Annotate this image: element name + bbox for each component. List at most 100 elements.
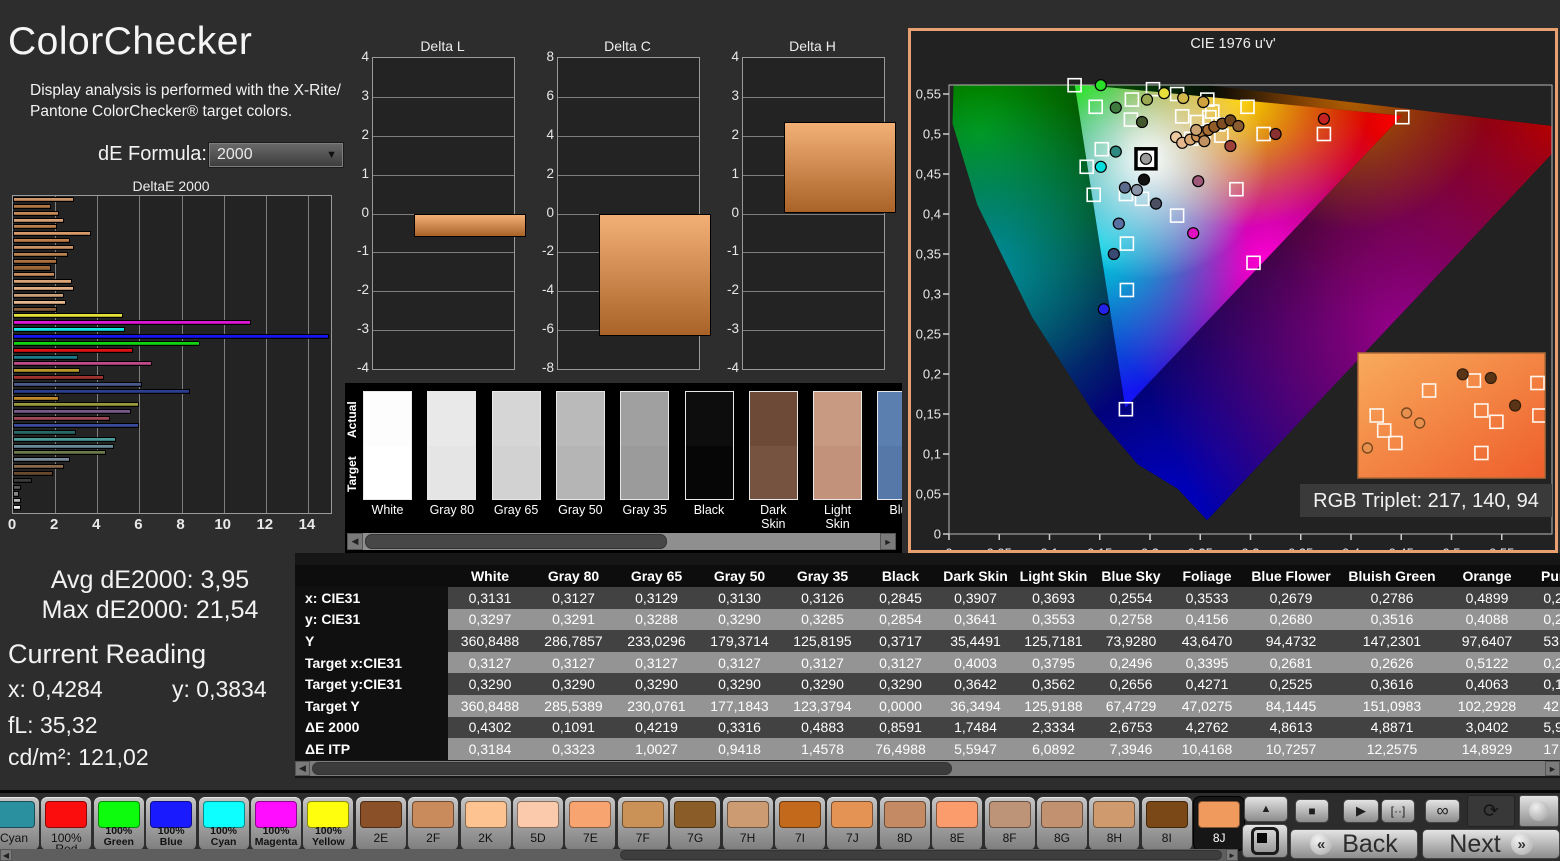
swatch-target [878, 446, 902, 499]
patch-tile-2e[interactable]: 2E [354, 796, 407, 851]
table-cell: 47,0275 [1169, 694, 1245, 717]
swatch-scroll-track[interactable] [363, 533, 880, 550]
table-cell: 0,3290 [615, 673, 698, 695]
table-cell: 233,0296 [615, 630, 698, 652]
patch-tile-label: 8G [1053, 831, 1070, 845]
patch-scroll-handle[interactable] [620, 850, 1222, 860]
patch-color-chip [726, 801, 769, 828]
stop-button[interactable]: ■ [1295, 799, 1329, 823]
play-button[interactable]: ▶ [1343, 799, 1379, 823]
table-cell: 10,7257 [1245, 738, 1337, 760]
table-cell: 0,3395 [1169, 651, 1245, 674]
swatch-target [556, 446, 604, 499]
deltae-bar [13, 327, 125, 333]
svg-text:RGB Triplet: 217, 140, 94: RGB Triplet: 217, 140, 94 [1313, 490, 1539, 512]
column-header: Bluish Green [1337, 565, 1447, 587]
scroll-right-icon[interactable]: ► [880, 533, 896, 550]
delta-bar [599, 213, 711, 336]
table-cell: 94,4732 [1245, 630, 1337, 652]
actual-label: Actual [345, 401, 359, 439]
stop-icon: ■ [1308, 804, 1316, 818]
patch-tile-cyan[interactable]: Cyan [0, 796, 40, 851]
patch-tile-7h[interactable]: 7H [721, 796, 774, 851]
patch-tile-8e[interactable]: 8E [931, 796, 984, 851]
patch-tile-100-red[interactable]: 100% Red [40, 796, 93, 855]
patch-tile-label: 7I [794, 831, 805, 845]
patch-tile-100-yellow[interactable]: 100% Yellow [302, 796, 355, 851]
table-cell: 0,3562 [1014, 673, 1093, 695]
table-cell: 123,3794 [781, 694, 864, 717]
patch-tile-8g[interactable]: 8G [1036, 796, 1088, 851]
patch-tile-100-green[interactable]: 100% Green [92, 796, 145, 851]
table-scroll-track[interactable] [310, 761, 1545, 776]
swatch-scrollbar[interactable]: ◀ ► [347, 533, 896, 550]
patch-tile-100-blue[interactable]: 100% Blue [145, 796, 198, 851]
current-reading-title: Current Reading [8, 639, 207, 669]
table-cell: 147,2301 [1337, 630, 1447, 652]
patch-tile-2k[interactable]: 2K [459, 796, 512, 851]
scroll-right-icon[interactable]: ► [1226, 849, 1238, 861]
patch-tile-7g[interactable]: 7G [669, 796, 722, 851]
table-cell: 6,0892 [1014, 738, 1093, 760]
row-label: Target Y [295, 694, 448, 717]
patch-tile-8d[interactable]: 8D [878, 796, 931, 851]
table-row: ΔE 2000 0,4302 0,1091 0,4219 0,3316 0,4883 0,8… [295, 716, 1560, 739]
patch-tile-8j[interactable]: 8J [1193, 796, 1246, 851]
table-cell: 0,3290 [532, 673, 615, 695]
table-cell: 17,8 [1527, 738, 1560, 760]
scroll-left-icon[interactable]: ◀ [0, 849, 12, 861]
patch-tile-7i[interactable]: 7I [774, 796, 826, 851]
column-header: Black [864, 565, 937, 587]
next-button[interactable]: Next » [1422, 829, 1560, 859]
scroll-left-icon[interactable]: ◀ [295, 761, 310, 776]
marker-mode-button[interactable] [1242, 824, 1288, 858]
refresh-button[interactable]: ⟳ [1467, 795, 1515, 827]
patch-color-chip [1145, 801, 1188, 828]
table-scroll-handle[interactable] [312, 762, 952, 775]
deltae-bar [13, 368, 81, 374]
y-tick-label: -2 [541, 243, 554, 259]
swatch-label: Blue [889, 503, 902, 517]
table-cell: 0,3131 [448, 587, 532, 609]
deltae-bar [13, 409, 131, 415]
patch-tile-label: Cyan [0, 831, 28, 845]
back-button[interactable]: « Back [1290, 829, 1418, 859]
x-tick-label: 0 [7, 516, 17, 533]
patch-tile-7f[interactable]: 7F [616, 796, 669, 851]
column-header: Gray 50 [698, 565, 781, 587]
table-cell: 0,3288 [615, 608, 698, 631]
table-cell: 0,2679 [1245, 587, 1337, 609]
patch-color-chip [1198, 801, 1241, 828]
scroll-left-icon[interactable]: ◀ [347, 533, 363, 550]
patch-color-chip [1041, 801, 1083, 828]
collapse-button[interactable]: ▲ [1244, 796, 1288, 822]
disc-button[interactable] [1519, 795, 1559, 827]
patch-scroll-track[interactable] [12, 849, 1226, 861]
gridline [743, 291, 884, 293]
patch-tile-8i[interactable]: 8I [1140, 796, 1193, 851]
swatch-scroll-handle[interactable] [365, 534, 667, 549]
patch-strip-scrollbar[interactable]: ◀ ► [0, 849, 1238, 861]
table-cell: 0,2854 [864, 608, 937, 631]
current-fl: fL: 35,32 [8, 712, 98, 738]
gridline [373, 96, 514, 98]
table-cell: 125,9188 [1014, 694, 1093, 717]
patch-tile-8f[interactable]: 8F [983, 796, 1036, 851]
patch-tile-label: 8F [1002, 831, 1017, 845]
swatch-comparison-panel: Actual Target White Gray 80 Gray 65 Gray 50… [345, 383, 902, 555]
patch-tile-7j[interactable]: 7J [826, 796, 879, 851]
svg-text:0,4: 0,4 [923, 207, 941, 222]
table-scrollbar[interactable]: ◀ ► [295, 761, 1560, 776]
scroll-right-icon[interactable]: ► [1545, 761, 1560, 776]
patch-tile-8h[interactable]: 8H [1088, 796, 1141, 851]
range-button[interactable]: [··] [1381, 799, 1415, 823]
de-formula-dropdown[interactable]: 2000 ▼ [208, 142, 344, 168]
loop-button[interactable]: ∞ [1425, 799, 1460, 823]
patch-tile-100-cyan[interactable]: 100% Cyan [197, 796, 250, 851]
patch-tile-100-magenta[interactable]: 100% Magenta [250, 796, 302, 851]
patch-tile-2f[interactable]: 2F [407, 796, 460, 851]
column-header: Gray 35 [781, 565, 864, 587]
patch-tile-7e[interactable]: 7E [564, 796, 617, 851]
table-cell: 0,4219 [615, 716, 698, 739]
patch-tile-5d[interactable]: 5D [512, 796, 564, 851]
